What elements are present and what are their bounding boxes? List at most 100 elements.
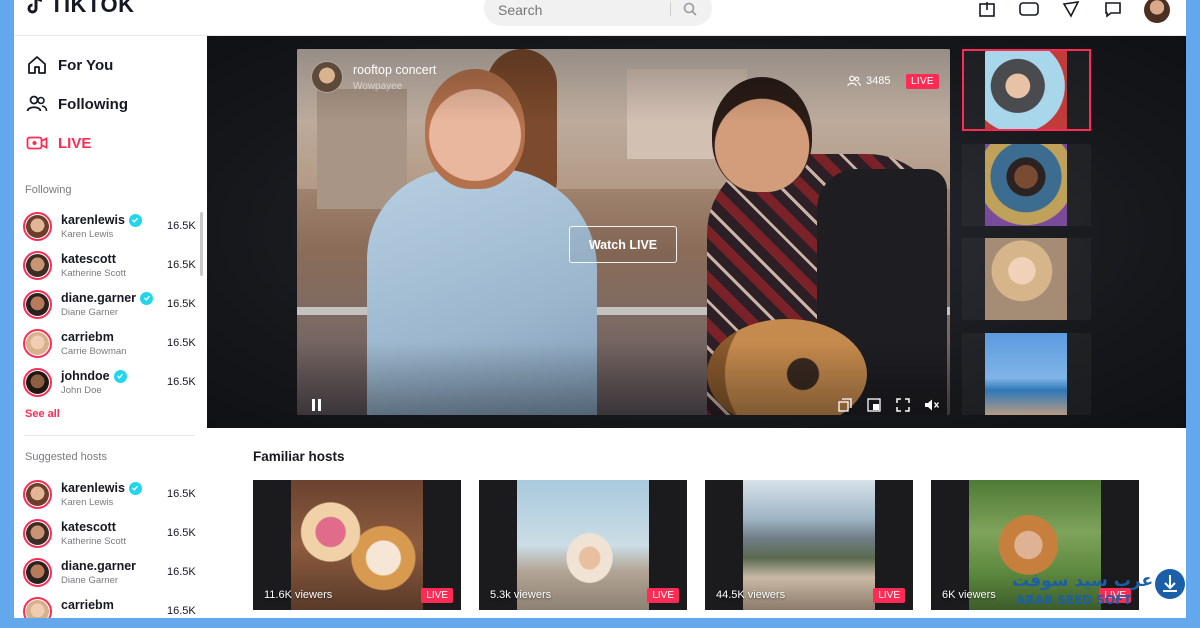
verified-icon	[140, 291, 154, 305]
account-viewer-count: 16.5K	[167, 488, 196, 500]
account-display-name: Karen Lewis	[61, 229, 114, 240]
mini-player-icon[interactable]	[866, 397, 882, 413]
account-username: diane.garner	[61, 291, 154, 305]
fullscreen-icon[interactable]	[895, 397, 911, 413]
player-controls	[837, 397, 940, 413]
following-heading: Following	[25, 184, 72, 196]
live-queue-item[interactable]	[962, 238, 1091, 320]
following-account[interactable]: katescott Katherine Scott 16.5K	[23, 251, 201, 283]
live-video[interactable]: rooftop concert Wowpayee 3485 LIVE Watch…	[297, 49, 950, 415]
following-account[interactable]: carriebm Carrie Bowman 16.5K	[23, 329, 201, 361]
stream-host-info[interactable]: rooftop concert Wowpayee	[311, 61, 436, 93]
logo-text: TikTok	[50, 0, 135, 17]
verified-icon	[128, 213, 142, 227]
account-viewer-count: 16.5K	[167, 220, 196, 232]
avatar	[23, 251, 52, 280]
top-bar: TikTok	[14, 0, 1186, 36]
avatar	[23, 329, 52, 358]
search-input[interactable]	[498, 2, 668, 18]
search-button[interactable]	[676, 0, 704, 20]
thumbnail-image	[985, 333, 1067, 415]
svg-text:ARAB SEED SOFT: ARAB SEED SOFT	[1016, 593, 1132, 607]
sidebar: For You Following LIVE Following karenle…	[14, 36, 207, 618]
avatar	[23, 368, 52, 397]
see-all-link[interactable]: See all	[25, 408, 60, 420]
search-icon	[683, 2, 697, 16]
live-studio-icon[interactable]	[1018, 0, 1040, 20]
account-display-name: Carrie Bowman	[61, 346, 127, 357]
following-account[interactable]: karenlewis Karen Lewis 16.5K	[23, 212, 201, 244]
live-camera-icon	[26, 132, 48, 154]
account-viewer-count: 16.5K	[167, 527, 196, 539]
account-username: katescott	[61, 252, 116, 266]
account-username: karenlewis	[61, 213, 142, 227]
card-viewer-count: 11.6K viewers	[264, 589, 333, 601]
home-icon	[26, 54, 48, 76]
upload-icon[interactable]	[976, 0, 998, 20]
suggested-account[interactable]: carriebm 16.5K	[23, 597, 201, 618]
avatar	[23, 519, 52, 548]
suggested-account[interactable]: katescott Katherine Scott 16.5K	[23, 519, 201, 551]
nav-for-you-label: For You	[58, 56, 114, 74]
following-account[interactable]: diane.garner Diane Garner 16.5K	[23, 290, 201, 322]
top-actions	[976, 0, 1170, 26]
account-display-name: Diane Garner	[61, 575, 119, 586]
verified-icon	[128, 481, 142, 495]
avatar	[23, 212, 52, 241]
picture-in-picture-icon[interactable]	[837, 397, 853, 413]
familiar-host-card[interactable]: 5.3k viewers LIVE	[479, 480, 687, 610]
live-queue-item[interactable]	[962, 144, 1091, 226]
live-badge: LIVE	[647, 588, 679, 603]
familiar-host-card[interactable]: 44.5K viewers LIVE	[705, 480, 913, 610]
account-viewer-count: 16.5K	[167, 298, 196, 310]
stream-host-name: Wowpayee	[353, 80, 403, 92]
thumbnail-image	[985, 51, 1067, 129]
suggested-account[interactable]: karenlewis Karen Lewis 16.5K	[23, 480, 201, 512]
account-display-name: John Doe	[61, 385, 102, 396]
card-viewer-count: 5.3k viewers	[490, 589, 552, 601]
app-window: TikTok	[14, 0, 1186, 618]
avatar	[23, 290, 52, 319]
account-viewer-count: 16.5K	[167, 376, 196, 388]
watch-live-button[interactable]: Watch LIVE	[569, 226, 677, 263]
nav-following-label: Following	[58, 95, 128, 113]
stream-title: rooftop concert	[353, 62, 437, 77]
live-queue-item[interactable]	[962, 49, 1091, 131]
suggested-account[interactable]: diane.garner Diane Garner 16.5K	[23, 558, 201, 590]
nav-following[interactable]: Following	[26, 93, 128, 115]
account-viewer-count: 16.5K	[167, 259, 196, 271]
avatar	[23, 480, 52, 509]
following-account[interactable]: johndoe John Doe 16.5K	[23, 368, 201, 400]
familiar-host-card[interactable]: 11.6K viewers LIVE	[253, 480, 461, 610]
account-display-name: Katherine Scott	[61, 536, 126, 547]
following-icon	[26, 93, 48, 115]
inbox-icon[interactable]	[1102, 0, 1124, 20]
send-icon[interactable]	[1060, 0, 1082, 20]
viewer-count-text: 3485	[866, 75, 891, 87]
search-divider	[670, 2, 671, 16]
nav-for-you[interactable]: For You	[26, 54, 113, 76]
viewers-icon	[847, 75, 861, 87]
profile-avatar[interactable]	[1144, 0, 1170, 23]
account-username: johndoe	[61, 369, 127, 383]
nav-live-label: LIVE	[58, 134, 92, 152]
live-queue-item[interactable]	[962, 333, 1091, 415]
live-badge: LIVE	[421, 588, 453, 603]
mute-icon[interactable]	[924, 397, 940, 413]
sidebar-divider	[24, 435, 194, 436]
pause-icon[interactable]	[312, 399, 326, 413]
card-viewer-count: 44.5K viewers	[716, 589, 786, 601]
live-badge: LIVE	[873, 588, 905, 603]
account-display-name: Karen Lewis	[61, 497, 114, 508]
account-display-name: Katherine Scott	[61, 268, 126, 279]
tiktok-logo[interactable]: TikTok	[26, 0, 134, 18]
nav-live[interactable]: LIVE	[26, 132, 91, 154]
avatar	[23, 558, 52, 587]
account-username: katescott	[61, 520, 116, 534]
thumbnail-image	[985, 238, 1067, 320]
account-viewer-count: 16.5K	[167, 566, 196, 578]
account-username: karenlewis	[61, 481, 142, 495]
account-display-name: Diane Garner	[61, 307, 119, 318]
account-viewer-count: 16.5K	[167, 605, 196, 617]
sidebar-scrollbar[interactable]	[200, 212, 203, 276]
